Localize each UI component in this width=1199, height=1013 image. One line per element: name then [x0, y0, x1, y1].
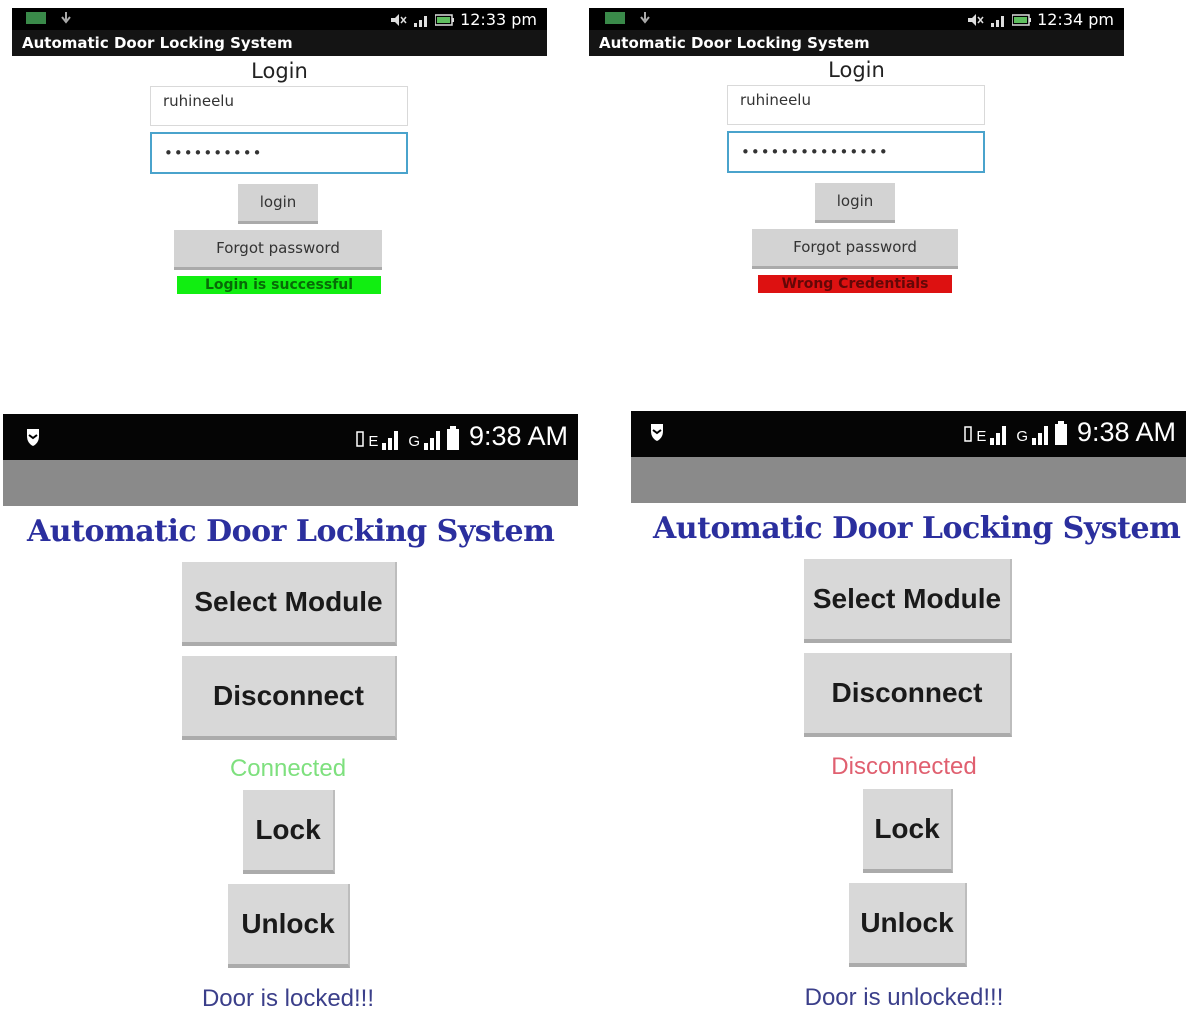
door-status: Door is locked!!! — [201, 985, 375, 1012]
battery-icon — [1012, 13, 1032, 26]
network-type-2: G — [1016, 428, 1028, 445]
control-screen-disconnected: E G 9:38 AM Automatic Door Locking Syste… — [631, 411, 1186, 1011]
status-bar: 12:34 pm — [589, 8, 1124, 30]
app-title: Automatic Door Locking System — [27, 514, 555, 549]
signal-icon — [1032, 426, 1048, 445]
disconnect-button[interactable]: Disconnect — [804, 653, 1012, 737]
battery-icon — [447, 426, 459, 450]
status-time: 9:38 AM — [1076, 417, 1176, 447]
login-screen-failed: 12:34 pm Automatic Door Locking System L… — [589, 8, 1124, 308]
username-field[interactable]: ruhineelu — [727, 85, 985, 125]
forgot-password-button[interactable]: Forgot password — [174, 230, 382, 270]
action-bar — [3, 460, 578, 506]
status-bar: E G 9:38 AM — [3, 414, 578, 460]
forgot-password-button[interactable]: Forgot password — [752, 229, 958, 269]
unlock-button[interactable]: Unlock — [849, 883, 967, 967]
connection-status: Connected — [229, 755, 347, 782]
signal-icon — [382, 431, 399, 450]
login-heading: Login — [251, 59, 308, 83]
login-button[interactable]: login — [815, 183, 895, 223]
vibrate-icon — [964, 426, 973, 442]
signal-icon — [991, 15, 1005, 27]
password-field[interactable]: •••••••••• — [150, 132, 408, 174]
network-type: E — [368, 433, 379, 450]
status-bar: 12:33 pm — [12, 8, 547, 30]
select-module-button[interactable]: Select Module — [182, 562, 397, 646]
app-title-bar: Automatic Door Locking System — [12, 30, 547, 56]
signal-icon — [990, 426, 1007, 445]
status-time: 9:38 AM — [468, 421, 568, 451]
login-screen-success: 12:33 pm Automatic Door Locking System L… — [12, 8, 547, 308]
mute-icon — [391, 13, 407, 26]
disconnect-button[interactable]: Disconnect — [182, 656, 397, 740]
app-title-bar: Automatic Door Locking System — [589, 30, 1124, 56]
download-icon — [61, 12, 71, 24]
status-bar: E G 9:38 AM — [631, 411, 1186, 457]
battery-icon — [1055, 421, 1067, 445]
connection-status: Disconnected — [831, 753, 977, 780]
network-type-2: G — [408, 433, 420, 450]
login-heading: Login — [828, 58, 885, 82]
signal-icon — [414, 15, 428, 27]
app-title: Automatic Door Locking System — [599, 34, 870, 52]
app-title: Automatic Door Locking System — [22, 34, 293, 52]
vibrate-icon — [356, 431, 365, 447]
status-time: 12:34 pm — [1037, 10, 1114, 29]
login-message: Login is successful — [177, 276, 381, 294]
login-message: Wrong Credentials — [758, 275, 952, 293]
image-icon — [26, 12, 46, 24]
signal-icon — [424, 431, 440, 450]
username-field[interactable]: ruhineelu — [150, 86, 408, 126]
control-screen-connected: E G 9:38 AM Automatic Door Locking Syste… — [3, 414, 578, 1012]
mute-icon — [968, 13, 984, 26]
shield-icon — [27, 429, 39, 446]
shield-icon — [651, 424, 663, 441]
download-icon — [640, 12, 650, 24]
battery-icon — [435, 13, 455, 26]
login-button[interactable]: login — [238, 184, 318, 224]
image-icon — [605, 12, 625, 24]
password-field[interactable]: ••••••••••••••• — [727, 131, 985, 173]
network-type: E — [976, 428, 987, 445]
unlock-button[interactable]: Unlock — [228, 884, 350, 968]
lock-button[interactable]: Lock — [243, 790, 335, 874]
status-time: 12:33 pm — [460, 10, 537, 29]
action-bar — [631, 457, 1186, 503]
app-title: Automatic Door Locking System — [653, 511, 1181, 546]
select-module-button[interactable]: Select Module — [804, 559, 1012, 643]
lock-button[interactable]: Lock — [863, 789, 953, 873]
door-status: Door is unlocked!!! — [804, 984, 1004, 1011]
